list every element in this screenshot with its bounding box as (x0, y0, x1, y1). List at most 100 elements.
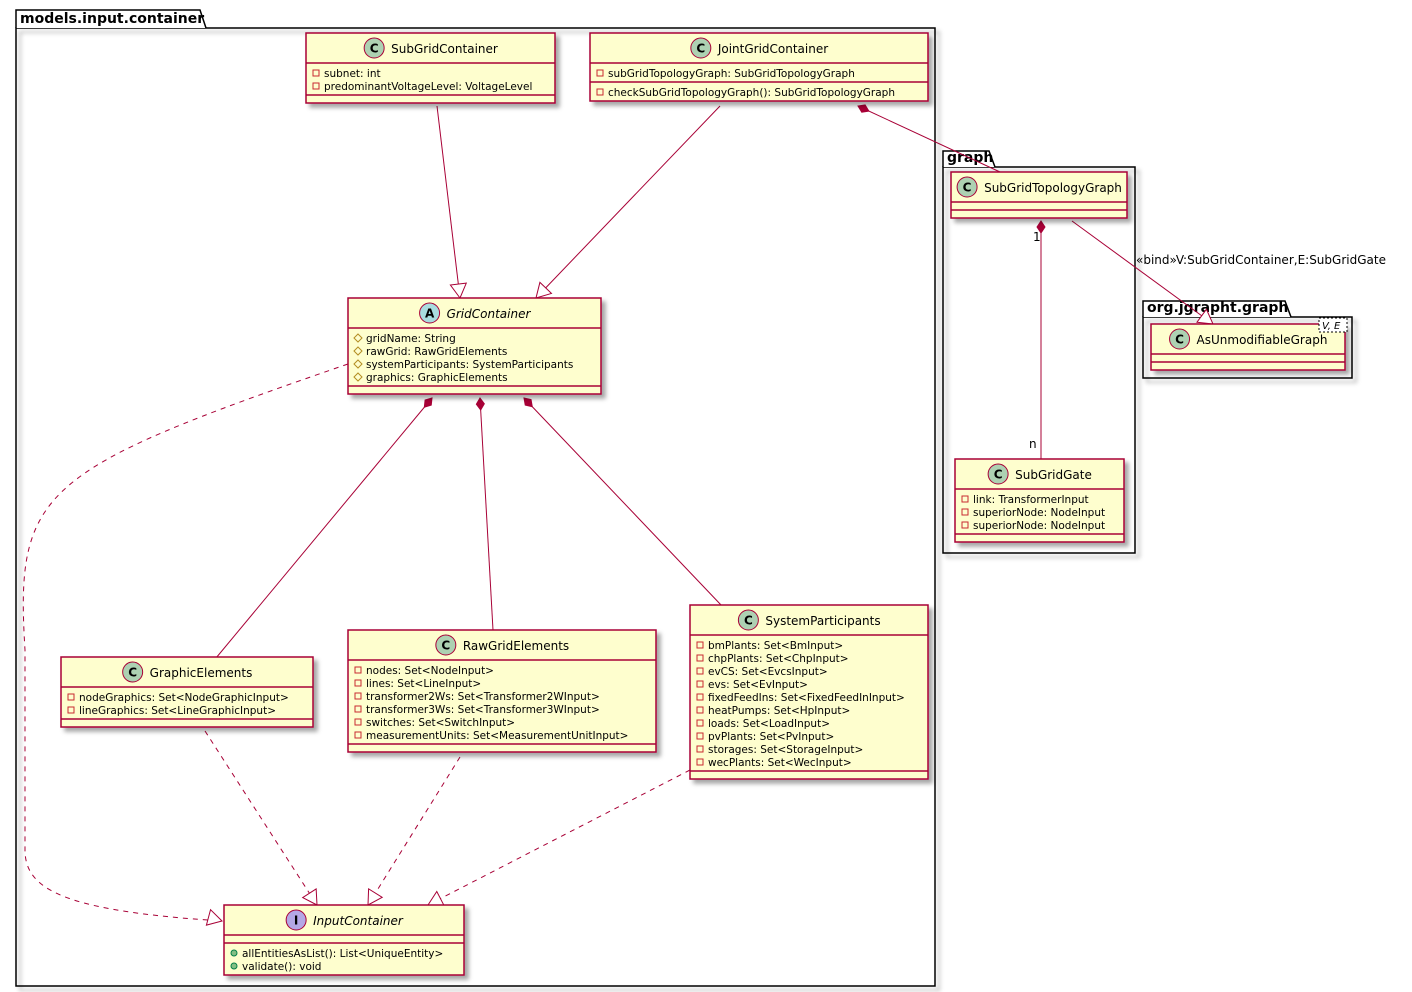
uml-class-diagram: models.input.containergraphorg.jgrapht.g… (15, 9, 1386, 987)
interface-icon: I (285, 909, 307, 931)
class-icon: C (1169, 328, 1191, 350)
class-rawgridelements: RawGridElements Cnodes: Set<NodeInput>lin… (347, 629, 657, 753)
class-name: AsUnmodifiableGraph (1197, 333, 1328, 347)
edge-rawgridelements-implements-inputcontainer (367, 756, 461, 906)
class-icon: C (956, 176, 978, 198)
field: superiorNode: NodeInput (961, 520, 1105, 532)
class-subgridcontainer: SubGridContainer Csubnet: intpredominantV… (305, 32, 556, 104)
field: graphics: GraphicElements (353, 372, 508, 384)
edge-gridcontainer-composes-graphicelements (215, 397, 433, 659)
class-inputcontainer: InputContainer IallEntitiesAsList(): List… (223, 904, 465, 976)
svg-text:gridName: String: gridName: String (366, 333, 456, 345)
field: link: TransformerInput (961, 494, 1089, 506)
svg-text:link: TransformerInput: link: TransformerInput (973, 494, 1089, 506)
edge-gridcontainer-composes-rawgridelements (475, 397, 494, 631)
svg-text:transformer2Ws: Set<Transforme: transformer2Ws: Set<Transformer2WInput> (366, 691, 600, 703)
svg-text:C: C (128, 666, 137, 680)
svg-text:checkSubGridTopologyGraph(): S: checkSubGridTopologyGraph(): SubGridTopo… (608, 87, 895, 99)
field: gridName: String (353, 333, 456, 345)
class-jointgridcontainer: JointGridContainer CsubGridTopologyGraph:… (589, 32, 929, 102)
svg-text:measurementUnits: Set<Measurem: measurementUnits: Set<MeasurementUnitInp… (366, 730, 628, 742)
svg-text:chpPlants: Set<ChpInput>: chpPlants: Set<ChpInput> (708, 653, 849, 665)
svg-text:C: C (696, 42, 705, 56)
method: allEntitiesAsList(): List<UniqueEntity> (230, 948, 443, 960)
edge-jointgridcontainer-composes-subgridtopologygraph (857, 104, 1001, 173)
svg-text:bmPlants: Set<BmInput>: bmPlants: Set<BmInput> (708, 640, 843, 652)
package-name: org.jgrapht.graph (1147, 300, 1288, 316)
class-name: SubGridTopologyGraph (984, 181, 1122, 195)
svg-text:superiorNode: NodeInput: superiorNode: NodeInput (973, 507, 1105, 519)
field: evCS: Set<EvcsInput> (696, 666, 828, 678)
svg-text:validate(): void: validate(): void (242, 961, 321, 973)
svg-text:nodes: Set<NodeInput>: nodes: Set<NodeInput> (366, 665, 494, 677)
svg-text:pvPlants: Set<PvInput>: pvPlants: Set<PvInput> (708, 731, 834, 743)
class-graphicelements: GraphicElements CnodeGraphics: Set<NodeGr… (60, 656, 314, 728)
class-name: InputContainer (313, 914, 404, 928)
edge-gridcontainer-composes-systemparticipants (523, 397, 723, 607)
svg-text:loads: Set<LoadInput>: loads: Set<LoadInput> (708, 718, 830, 730)
svg-text:predominantVoltageLevel: Volta: predominantVoltageLevel: VoltageLevel (324, 81, 532, 93)
class-icon: C (122, 661, 144, 683)
abstract-class-icon: A (419, 302, 441, 324)
class-gridcontainer: GridContainer AgridName: StringrawGrid: R… (347, 297, 602, 395)
bind-label: «bind»V:SubGridContainer,E:SubGridGate (1136, 253, 1386, 267)
class-icon: C (737, 609, 759, 631)
multiplicity-many: n (1029, 437, 1037, 451)
class-name: SubGridGate (1015, 468, 1092, 482)
class-subgridtopologygraph: SubGridTopologyGraph C (950, 171, 1128, 219)
package-name: models.input.container (20, 11, 204, 27)
class-icon: C (690, 37, 712, 59)
class-systemparticipants: SystemParticipants CbmPlants: Set<BmInput… (689, 604, 929, 780)
field: bmPlants: Set<BmInput> (696, 640, 843, 652)
method: validate(): void (230, 961, 321, 973)
svg-text:C: C (744, 614, 753, 628)
svg-text:C: C (994, 468, 1003, 482)
svg-text:I: I (294, 914, 298, 928)
field: superiorNode: NodeInput (961, 507, 1105, 519)
svg-text:fixedFeedIns: Set<FixedFeedInI: fixedFeedIns: Set<FixedFeedInInput> (708, 692, 905, 704)
edge-gridcontainer-implements-inputcontainer (22, 363, 349, 926)
svg-text:wecPlants: Set<WecInput>: wecPlants: Set<WecInput> (708, 757, 852, 769)
svg-text:heatPumps: Set<HpInput>: heatPumps: Set<HpInput> (708, 705, 850, 717)
edge-subgridtopologygraph-composes-subgridgate (1036, 220, 1046, 459)
field: lineGraphics: Set<LineGraphicInput> (67, 705, 276, 717)
svg-text:evs: Set<EvInput>: evs: Set<EvInput> (708, 679, 808, 691)
svg-text:storages: Set<StorageInput>: storages: Set<StorageInput> (708, 744, 863, 756)
multiplicity-one: 1 (1033, 230, 1041, 244)
field: evs: Set<EvInput> (696, 679, 808, 691)
field: measurementUnits: Set<MeasurementUnitInp… (354, 730, 628, 742)
field: transformer2Ws: Set<Transformer2WInput> (354, 691, 600, 703)
svg-text:lineGraphics: Set<LineGraphicI: lineGraphics: Set<LineGraphicInput> (79, 705, 276, 717)
class-name: JointGridContainer (717, 42, 828, 56)
svg-text:allEntitiesAsList(): List<Uniq: allEntitiesAsList(): List<UniqueEntity> (242, 948, 443, 960)
svg-text:subnet: int: subnet: int (324, 68, 381, 80)
field: subGridTopologyGraph: SubGridTopologyGra… (596, 68, 855, 80)
package-models-input-container: models.input.container (15, 9, 936, 987)
edge-graphicelements-implements-inputcontainer (204, 730, 318, 906)
type-parameters: V, E (1318, 317, 1348, 333)
class-name: SystemParticipants (765, 614, 880, 628)
class-icon: C (363, 37, 385, 59)
svg-text:C: C (441, 639, 450, 653)
field: loads: Set<LoadInput> (696, 718, 830, 730)
svg-text:C: C (963, 181, 972, 195)
svg-text:nodeGraphics: Set<NodeGraphicI: nodeGraphics: Set<NodeGraphicInput> (79, 692, 289, 704)
field: rawGrid: RawGridElements (353, 346, 507, 358)
field: predominantVoltageLevel: VoltageLevel (312, 81, 532, 93)
field: transformer3Ws: Set<Transformer3WInput> (354, 704, 600, 716)
svg-text:C: C (370, 42, 379, 56)
svg-text:C: C (1175, 333, 1184, 347)
field: switches: Set<SwitchInput> (354, 717, 515, 729)
class-asunmodifiablegraph: AsUnmodifiableGraph C V, E (1150, 317, 1348, 371)
field: wecPlants: Set<WecInput> (696, 757, 852, 769)
svg-text:evCS: Set<EvcsInput>: evCS: Set<EvcsInput> (708, 666, 828, 678)
edge-subgridcontainer-extends-gridcontainer (436, 105, 468, 300)
class-name: GraphicElements (150, 666, 253, 680)
edge-systemparticipants-implements-inputcontainer (427, 769, 691, 907)
field: pvPlants: Set<PvInput> (696, 731, 834, 743)
svg-text:superiorNode: NodeInput: superiorNode: NodeInput (973, 520, 1105, 532)
field: nodes: Set<NodeInput> (354, 665, 494, 677)
edge-jointgridcontainer-extends-gridcontainer (535, 105, 721, 299)
field: heatPumps: Set<HpInput> (696, 705, 850, 717)
method: checkSubGridTopologyGraph(): SubGridTopo… (596, 87, 895, 99)
